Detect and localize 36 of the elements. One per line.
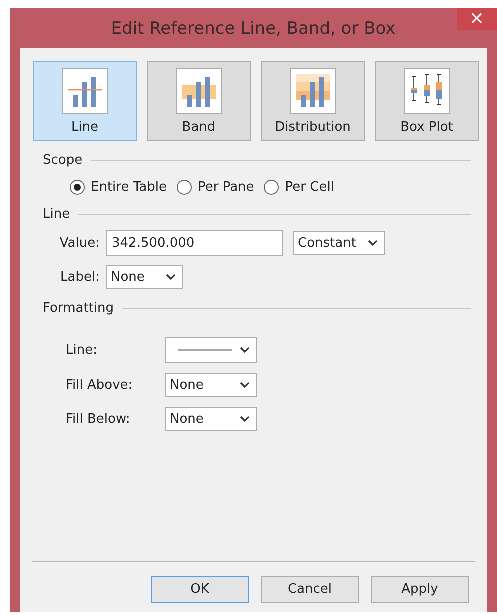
radio-option[interactable]: Per Pane	[176, 180, 254, 195]
value-type-dropdown[interactable]: Constant	[293, 231, 385, 255]
field-label: Value:	[58, 236, 100, 250]
window-title: Edit Reference Line, Band, or Box	[111, 19, 396, 39]
chevron-down-icon	[240, 416, 250, 422]
type-button[interactable]: Line	[33, 61, 137, 141]
field-label: Line:	[66, 342, 98, 358]
type-button[interactable]: Box Plot	[375, 61, 479, 141]
chevron-down-icon	[166, 274, 176, 280]
chevron-down-icon	[240, 382, 250, 388]
bar-chart-icon	[176, 68, 222, 114]
line-sample-icon	[178, 348, 232, 352]
bar-chart-icon	[290, 68, 336, 114]
section-heading: Line	[43, 207, 70, 222]
fill-dropdown[interactable]: None	[165, 373, 257, 397]
type-button[interactable]: Distribution	[261, 61, 365, 141]
field-label: Fill Below:	[66, 412, 132, 426]
section-heading: Formatting	[43, 301, 114, 316]
label-dropdown[interactable]: None	[106, 265, 183, 289]
chevron-down-icon	[368, 240, 378, 246]
dialog-button[interactable]: Apply	[371, 576, 469, 603]
type-button[interactable]: Band	[147, 61, 251, 141]
close-button[interactable]: ×	[457, 8, 497, 30]
bar-chart-icon	[62, 68, 108, 114]
value-field[interactable]: 342.500.000	[106, 230, 283, 256]
field-label: Fill Above:	[66, 378, 134, 392]
box-plot-icon	[404, 68, 450, 114]
line-style-dropdown[interactable]	[165, 337, 257, 363]
field-label: Label:	[60, 270, 100, 284]
fill-dropdown[interactable]: None	[165, 407, 257, 431]
radio-option[interactable]: Entire Table	[70, 180, 167, 195]
dialog-button[interactable]: Cancel	[261, 576, 359, 603]
section-heading: Scope	[43, 153, 83, 168]
dialog-button[interactable]: OK	[151, 576, 249, 603]
radio-option[interactable]: Per Cell	[264, 180, 334, 195]
chevron-down-icon	[240, 347, 250, 353]
